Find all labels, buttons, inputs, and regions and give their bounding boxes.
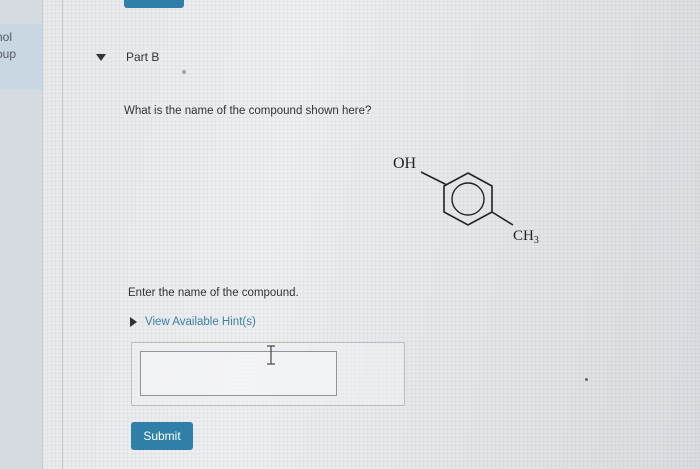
aromatic-circle [451, 182, 485, 216]
top-button-edge[interactable] [124, 0, 184, 8]
expand-triangle-icon[interactable] [130, 317, 137, 327]
sidebar-text-2: oup [0, 47, 17, 61]
question-text: What is the name of the compound shown h… [124, 105, 372, 117]
ch3-bond [491, 211, 514, 226]
screen-speck [585, 378, 588, 381]
content-divider [62, 0, 63, 469]
compound-name-input[interactable] [140, 351, 337, 396]
oh-label: OH [393, 155, 417, 172]
decorative-dot [182, 70, 186, 74]
benzene-ring [443, 172, 493, 226]
answer-prompt: Enter the name of the compound. [128, 287, 299, 299]
submit-button[interactable]: Submit [131, 422, 193, 450]
view-hints-link[interactable]: View Available Hint(s) [130, 316, 256, 328]
part-header[interactable]: Part B [96, 50, 159, 64]
sidebar-text-1: nol [0, 30, 13, 44]
molecule-structure: OH CH3 [393, 155, 539, 246]
oh-bond [420, 171, 448, 186]
text-cursor-icon [267, 345, 275, 365]
ch3-label: CH3 [513, 228, 539, 246]
part-label: Part B [126, 50, 160, 64]
left-sidebar: nol oup [0, 0, 43, 469]
collapse-caret-icon[interactable] [96, 53, 106, 61]
hints-label[interactable]: View Available Hint(s) [145, 316, 256, 328]
